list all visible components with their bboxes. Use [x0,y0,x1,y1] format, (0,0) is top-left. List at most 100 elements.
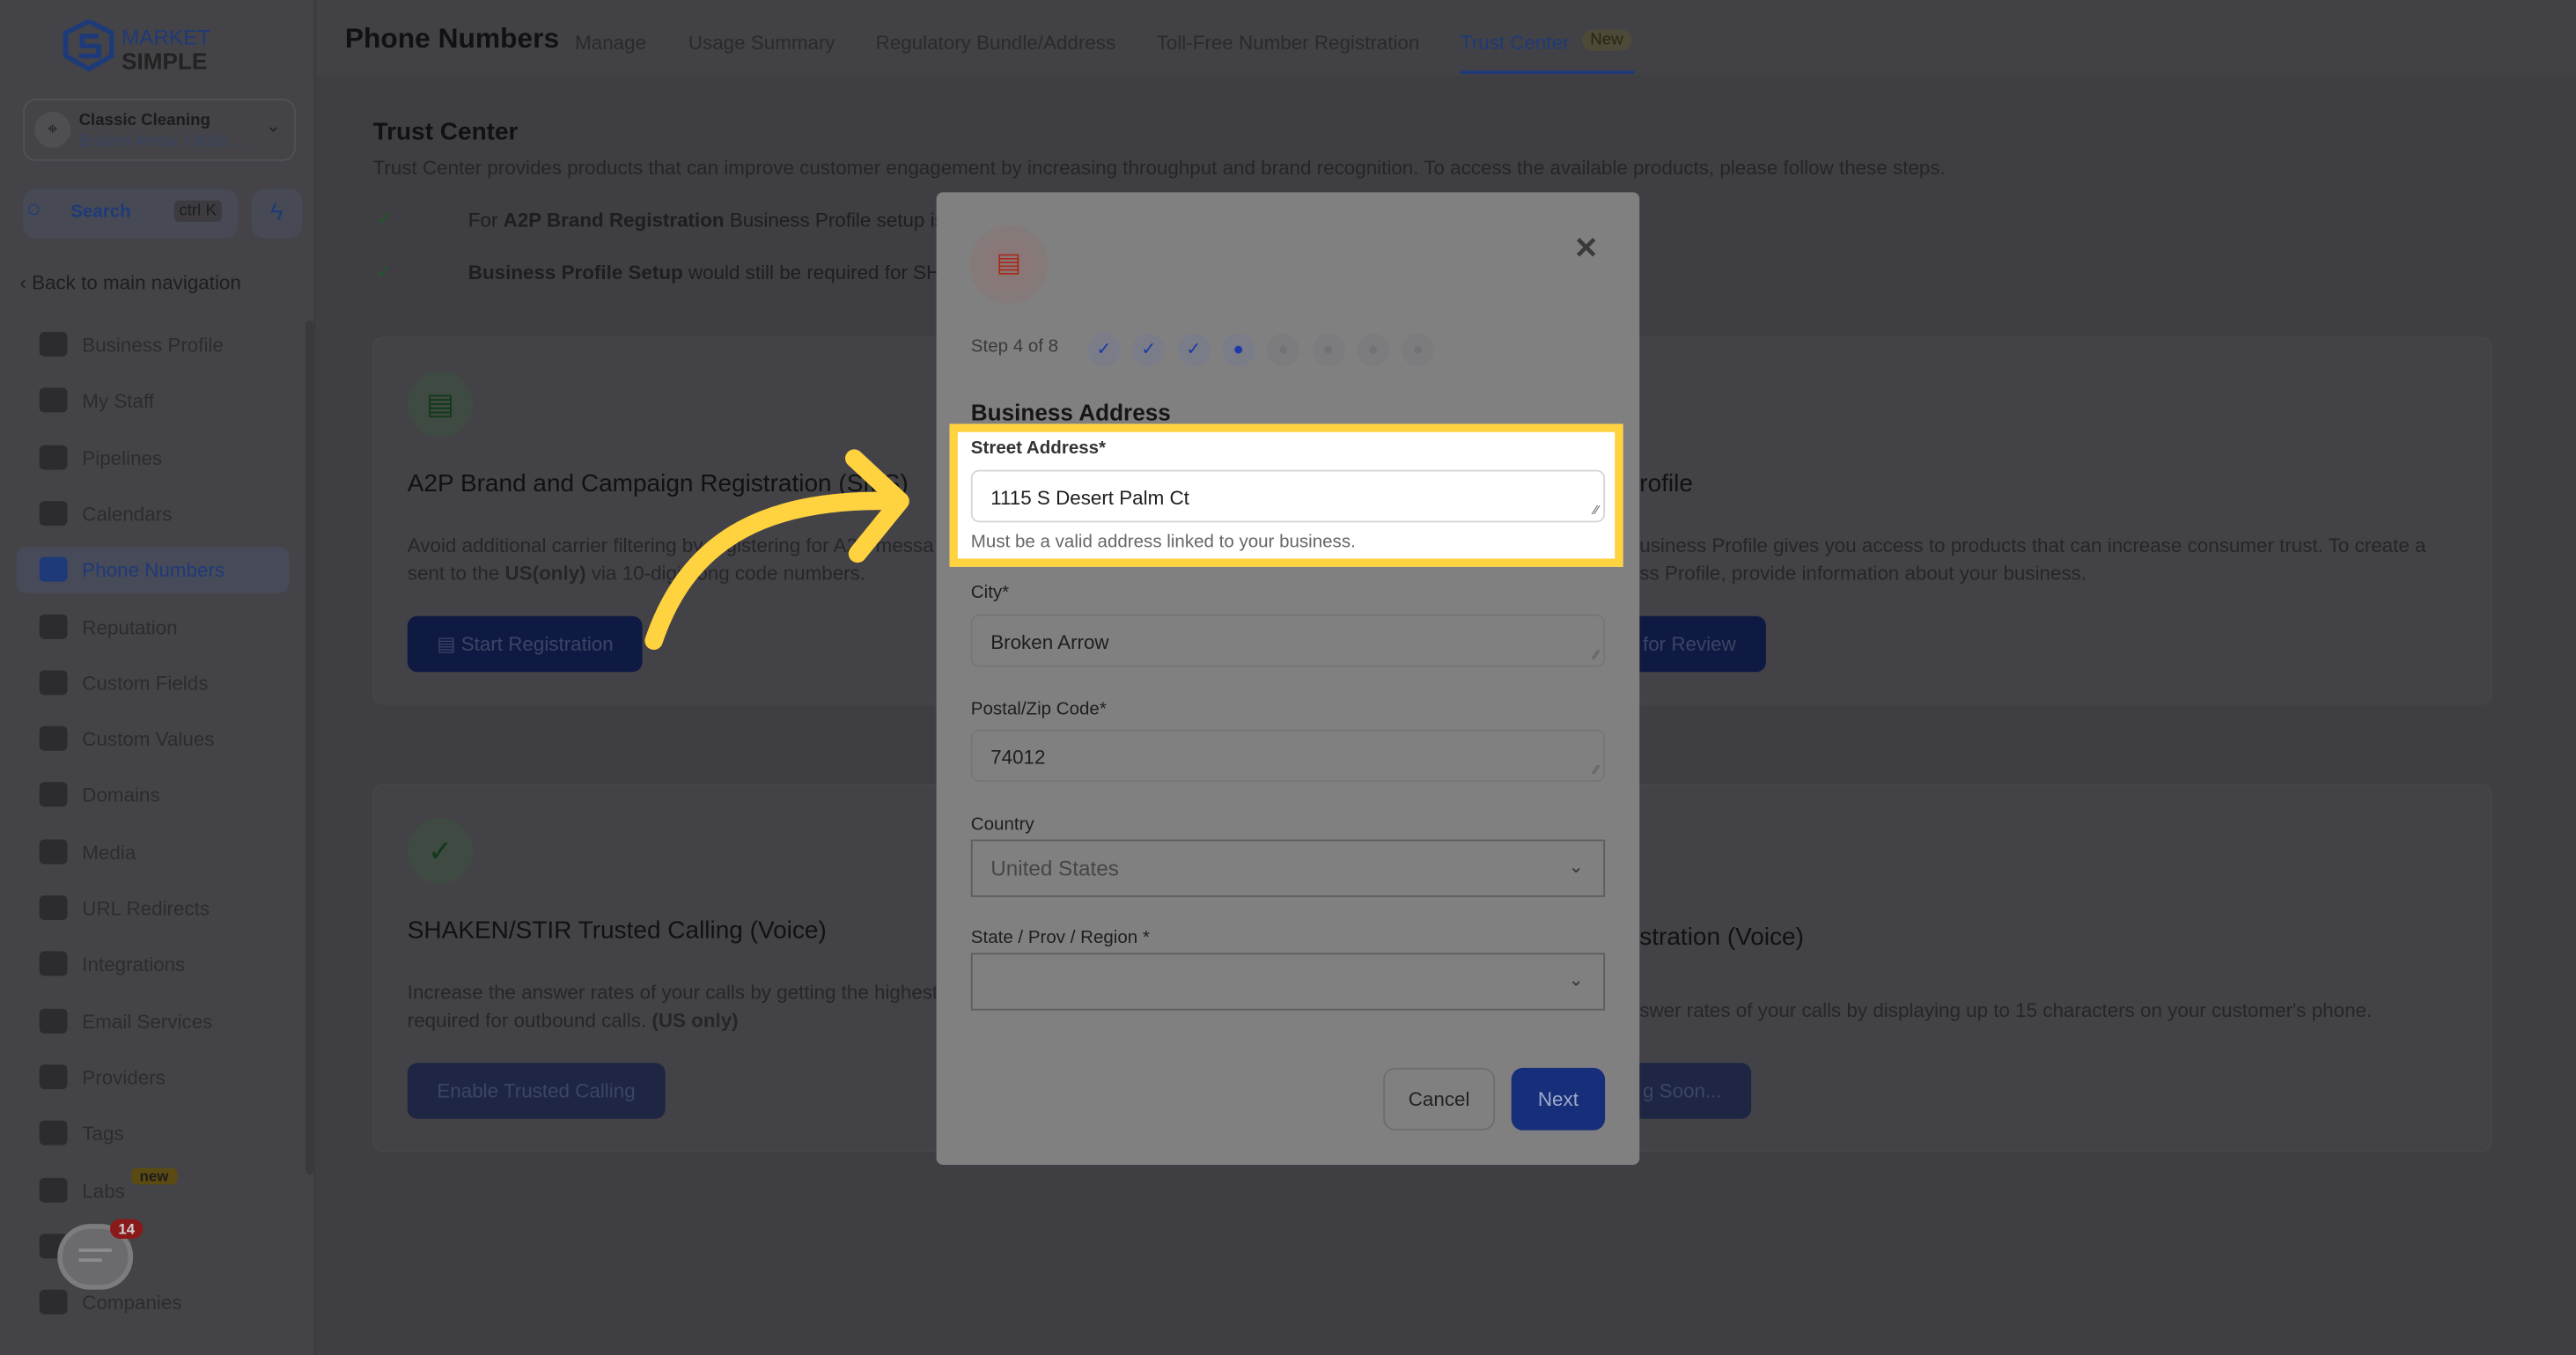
sidebar-item-calendars[interactable]: Calendars [17,491,290,537]
sidebar-item-integrations[interactable]: Integrations [17,942,290,988]
sidebar: MARKET SIMPLE ⌖ Classic Cleaning Broken … [0,0,316,1355]
location-address: Broken Arrow, Oklah... [78,133,243,151]
sidebar-item-media[interactable]: Media [17,829,290,875]
step-text: For A2P Brand Registration Business Prof… [467,208,957,232]
street-address-highlight: Street Address* 1115 S Desert Palm Ct ⁄⁄ … [949,423,1623,567]
card-description: Increase the answer rates of your calls … [407,981,938,1032]
reputation-icon [39,613,68,638]
sidebar-item-label: Media [82,840,136,864]
step-complete-check-icon: ✓ [1087,333,1121,367]
submit-for-review-button[interactable]: for Review [1639,615,1766,673]
card-description: usiness Profile gives you access to prod… [1639,534,2426,585]
document-icon-circle: ▤ [968,225,1049,305]
sidebar-item-label: Tags [82,1122,124,1145]
providers-icon [39,1064,68,1089]
step-text: Business Profile Setup would still be re… [467,261,954,284]
labs-icon [39,1176,68,1202]
street-address-label: Street Address* [970,438,1107,459]
step-current-dot: ● [1222,333,1255,367]
back-to-main-navigation[interactable]: ‹ Back to main navigation [19,271,240,294]
tab-usage-summary[interactable]: Usage Summary [688,31,835,54]
search-icon: ○ [26,195,41,224]
location-switcher[interactable]: ⌖ Classic Cleaning Broken Arrow, Oklah..… [23,98,296,161]
city-input[interactable]: Broken Arrow ⁄⁄ [970,614,1606,667]
step-pending-dot: ● [1401,333,1435,367]
state-select[interactable]: ⌄ [970,953,1606,1011]
zip-input[interactable]: 74012 ⁄⁄ [970,729,1606,783]
sidebar-item-domains[interactable]: Domains [17,773,290,819]
svg-text:SIMPLE: SIMPLE [121,48,207,74]
sidebar-item-pipelines[interactable]: Pipelines [17,435,290,481]
sidebar-item-label: Reputation [82,615,178,638]
sidebar-item-label: Phone Numbers [82,558,225,582]
location-pin-icon: ⌖ [34,111,71,148]
zip-label: Postal/Zip Code* [970,699,1107,720]
street-address-input[interactable]: 1115 S Desert Palm Ct ⁄⁄ [970,469,1606,523]
page-title: Phone Numbers [344,23,560,55]
card-title: stration (Voice) [1639,923,1804,952]
enable-trusted-calling-button[interactable]: Enable Trusted Calling [407,1063,666,1119]
sidebar-scrollbar[interactable] [305,320,314,1175]
svg-text:MARKET: MARKET [121,26,210,49]
trust-center-heading: Trust Center [372,118,519,147]
location-name: Classic Cleaning [78,111,210,130]
chat-notification-badge: 14 [110,1219,144,1239]
tab-toll-free-registration[interactable]: Toll-Free Number Registration [1157,31,1420,54]
next-button[interactable]: Next [1511,1067,1606,1130]
tab-trust-center[interactable]: Trust Center [1461,31,1570,54]
search-button[interactable]: ○ Search ctrl K [23,188,239,239]
tab-regulatory-bundle[interactable]: Regulatory Bundle/Address [876,31,1116,54]
sidebar-item-label: Custom Values [82,727,215,751]
url-redirects-icon [39,895,68,920]
sidebar-item-label: URL Redirects [82,896,210,920]
sidebar-item-label: Providers [82,1065,166,1089]
domains-icon [39,782,68,807]
top-header: Phone Numbers Manage Usage Summary Regul… [317,0,2576,76]
step-complete-check-icon: ✓ [1177,333,1211,367]
country-select[interactable]: United States ⌄ [970,839,1606,897]
sidebar-item-email-services[interactable]: Email Services [17,998,290,1044]
sidebar-item-custom-fields[interactable]: Custom Fields [17,660,290,706]
coming-soon-button[interactable]: g Soon... [1639,1063,1752,1119]
custom-values-icon [39,725,68,751]
labs-new-badge: new [131,1167,177,1185]
sidebar-item-business-profile[interactable]: Business Profile [17,322,290,368]
my-staff-icon [39,387,68,413]
trust-center-description: Trust Center provides products that can … [372,156,1946,180]
sidebar-item-label: Custom Fields [82,671,209,695]
sidebar-item-label: Domains [82,784,160,807]
chat-icon-line [78,1258,102,1263]
sidebar-item-phone-numbers[interactable]: Phone Numbers [16,547,290,593]
pipelines-icon [39,444,68,469]
new-badge: New [1581,29,1631,51]
sidebar-item-url-redirects[interactable]: URL Redirects [17,886,290,932]
document-icon: ▤ [437,632,461,656]
sidebar-item-label: Pipelines [82,446,163,469]
back-label: Back to main navigation [32,270,241,295]
sidebar-item-custom-values[interactable]: Custom Values [17,717,290,762]
phone-numbers-icon [39,556,68,582]
market-simple-logo[interactable]: MARKET SIMPLE [63,19,253,82]
card-description: swer rates of your calls by displaying u… [1639,998,2373,1022]
cancel-button[interactable]: Cancel [1383,1067,1496,1130]
companies-icon [39,1289,68,1314]
sidebar-item-companies[interactable]: Companies [17,1280,290,1326]
quick-actions-bolt-icon[interactable]: ϟ [251,188,303,239]
city-label: City* [970,583,1010,603]
sidebar-item-reputation[interactable]: Reputation [17,604,290,650]
close-icon[interactable]: ✕ [1574,232,1599,266]
start-registration-button[interactable]: ▤ Start Registration [407,615,644,673]
card-title: rofile [1639,469,1693,498]
sidebar-item-tags[interactable]: Tags [17,1111,290,1157]
sidebar-item-providers[interactable]: Providers [17,1055,290,1101]
sidebar-item-label: Email Services [82,1009,213,1033]
tab-manage[interactable]: Manage [575,31,646,54]
business-profile-icon [39,331,68,357]
media-icon [39,838,68,864]
document-icon: ▤ [982,238,1035,291]
sidebar-item-label: Labs [82,1178,125,1202]
sidebar-item-my-staff[interactable]: My Staff [17,379,290,424]
active-tab-indicator [1460,70,1635,74]
sidebar-item-label: Calendars [82,502,173,526]
document-check-icon: ▤ [407,371,474,438]
